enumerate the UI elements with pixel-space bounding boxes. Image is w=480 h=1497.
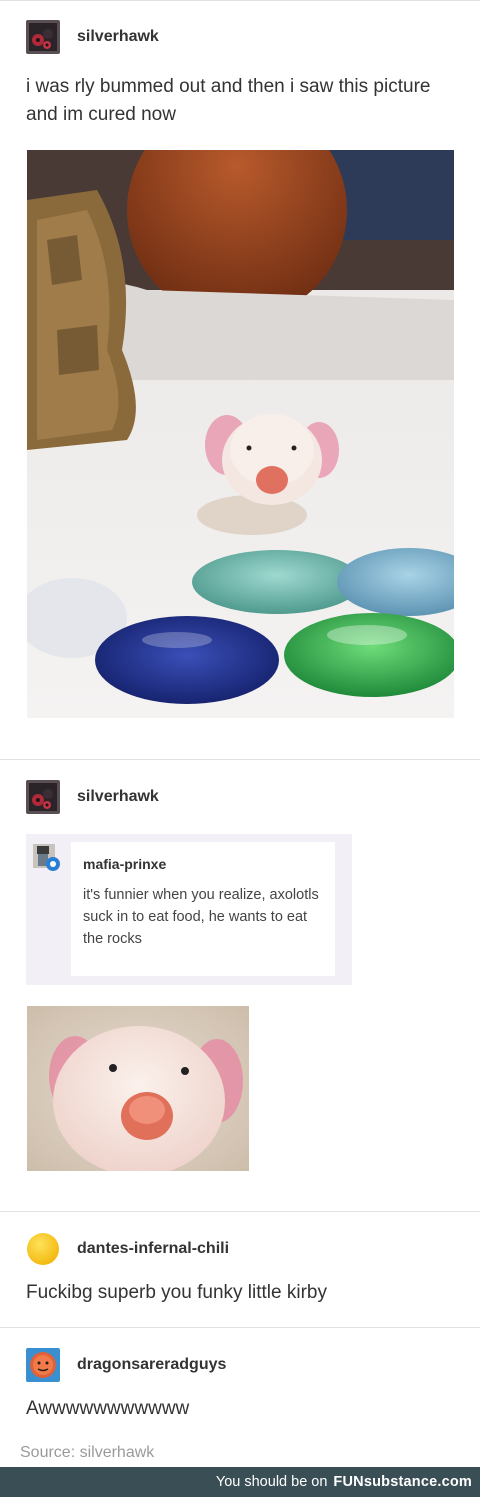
quoted-username[interactable]: mafia-prinxe [83, 856, 166, 872]
footer-prefix: You should be on [215, 1474, 328, 1490]
quoted-post-content: mafia-prinxe it's funnier when you reali… [71, 842, 335, 976]
post-2-header: silverhawk [26, 780, 159, 814]
silverhawk-avatar-icon[interactable] [26, 780, 60, 814]
dantes-avatar-icon[interactable] [26, 1232, 60, 1266]
post-1: silverhawk i was rly bummed out and then… [0, 0, 480, 760]
post-3-header: dantes-infernal-chili [26, 1232, 229, 1266]
mafia-prinxe-avatar-icon[interactable] [31, 842, 61, 872]
axolotl-aquarium-photo [27, 150, 454, 718]
silverhawk-avatar-icon[interactable] [26, 20, 60, 54]
post-4-username[interactable]: dragonsareradguys [77, 1356, 226, 1374]
post-2-username[interactable]: silverhawk [77, 788, 159, 806]
top-divider [0, 0, 480, 1]
post-4-header: dragonsareradguys [26, 1348, 226, 1382]
post-3: dantes-infernal-chili Fuckibg superb you… [0, 1212, 480, 1328]
post-3-username[interactable]: dantes-infernal-chili [77, 1240, 229, 1258]
axolotl-closeup-photo [27, 1006, 249, 1171]
post-1-username[interactable]: silverhawk [77, 28, 159, 46]
post-4: dragonsareradguys Awwwwwwwwwww [0, 1328, 480, 1438]
source-label[interactable]: Source: silverhawk [20, 1444, 154, 1462]
post-4-text: Awwwwwwwwwww [26, 1398, 190, 1419]
watermark-footer: You should be on FUNsubstance.com [0, 1467, 480, 1497]
footer-brand[interactable]: FUNsubstance.com [333, 1474, 472, 1490]
quoted-post: mafia-prinxe it's funnier when you reali… [26, 834, 352, 985]
post-1-text: i was rly bummed out and then i saw this… [26, 76, 431, 125]
dragonsareradguys-avatar-icon[interactable] [26, 1348, 60, 1382]
post-1-header: silverhawk [26, 20, 159, 54]
post-3-text: Fuckibg superb you funky little kirby [26, 1282, 327, 1303]
quoted-text: it's funnier when you realize, axolotls … [83, 887, 319, 947]
